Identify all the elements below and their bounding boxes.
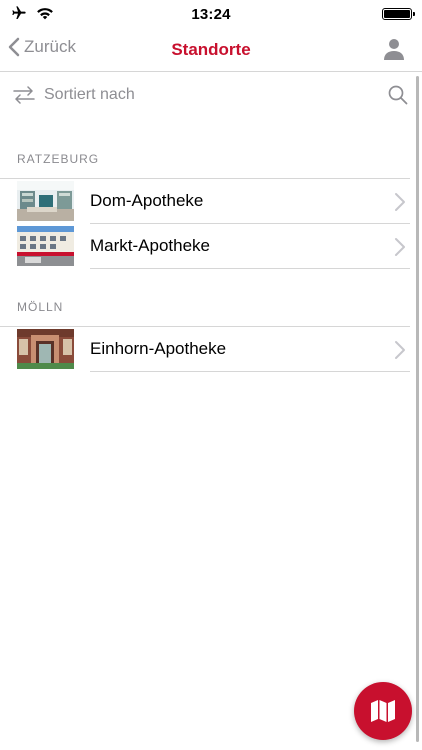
person-icon[interactable] <box>384 38 404 60</box>
map-icon <box>371 700 395 722</box>
location-name: Dom-Apotheke <box>90 191 204 210</box>
pharmacy-photo <box>17 329 74 369</box>
battery-icon <box>382 8 415 20</box>
navigation-bar: Zurück Standorte <box>0 28 422 72</box>
sort-button[interactable]: Sortiert nach <box>44 86 135 104</box>
location-name: Einhorn-Apotheke <box>90 339 227 358</box>
map-button[interactable] <box>354 682 412 740</box>
sort-arrows-icon[interactable] <box>12 86 36 104</box>
status-bar: 13:24 <box>0 0 422 28</box>
search-icon[interactable] <box>388 85 408 105</box>
section-header-ratzeburg: RATZEBURG <box>17 152 100 166</box>
location-list-ratzeburg: Dom-Apotheke Markt-Apotheke <box>0 178 410 269</box>
pharmacy-photo <box>17 226 74 266</box>
chevron-right-icon <box>395 193 405 211</box>
list-item-einhorn-apotheke[interactable]: Einhorn-Apotheke <box>0 327 410 372</box>
chevron-right-icon <box>395 238 405 256</box>
list-item-markt-apotheke[interactable]: Markt-Apotheke <box>0 224 410 269</box>
sort-bar: Sortiert nach <box>0 72 422 118</box>
section-header-moelln: MÖLLN <box>17 300 64 314</box>
list-item-dom-apotheke[interactable]: Dom-Apotheke <box>0 179 410 224</box>
status-time: 13:24 <box>191 6 231 23</box>
location-list-moelln: Einhorn-Apotheke <box>0 326 410 372</box>
chevron-right-icon <box>395 341 405 359</box>
location-name: Markt-Apotheke <box>90 236 210 255</box>
scroll-indicator[interactable] <box>416 76 419 742</box>
page-title: Standorte <box>171 40 251 59</box>
pharmacy-photo <box>17 181 74 221</box>
